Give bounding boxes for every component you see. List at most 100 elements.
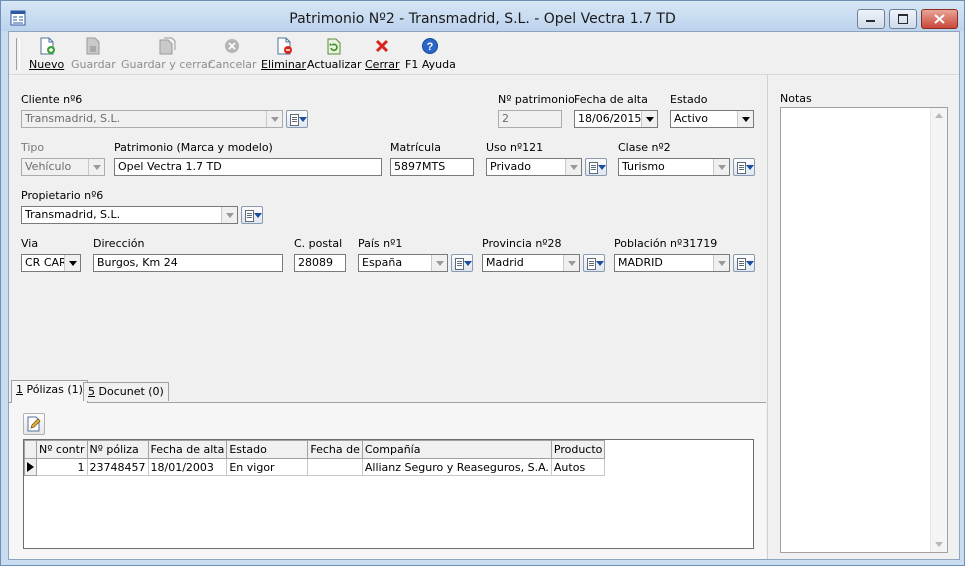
n-patrimonio-field[interactable]: 2: [498, 110, 562, 128]
poblacion-dropdown-arrow-icon[interactable]: [713, 255, 729, 271]
grid-corner: [24, 440, 37, 459]
patrimonio-input[interactable]: Opel Vectra 1.7 TD: [114, 158, 382, 176]
arrow-down-icon: [596, 261, 604, 266]
clase-select[interactable]: Turismo: [618, 158, 730, 176]
pais-lookup-button[interactable]: [451, 254, 473, 272]
maximize-button[interactable]: [889, 9, 917, 29]
actualizar-label: Actualizar: [307, 58, 362, 71]
poblacion-value: MADRID: [618, 256, 663, 269]
edit-document-icon: [27, 416, 41, 432]
row-indicator[interactable]: [24, 458, 37, 476]
cell-producto[interactable]: Autos: [550, 458, 606, 476]
via-dropdown-arrow-icon[interactable]: [64, 255, 80, 271]
eliminar-label: Eliminar: [261, 58, 307, 71]
patrimonio-label: Patrimonio (Marca y modelo): [114, 141, 273, 154]
via-select[interactable]: CR CAR: [21, 254, 81, 272]
toolbar-grip[interactable]: [16, 38, 20, 70]
fecha-alta-value: 18/06/2015: [578, 112, 642, 125]
clase-lookup-button[interactable]: [733, 158, 755, 176]
uso-dropdown-arrow-icon[interactable]: [565, 159, 581, 175]
provincia-dropdown-arrow-icon[interactable]: [563, 255, 579, 271]
cerrar-button[interactable]: Cerrar: [365, 37, 400, 71]
col-fecha-de[interactable]: Fecha de: [307, 440, 363, 459]
propietario-lookup-button[interactable]: [241, 206, 263, 224]
guardar-button[interactable]: Guardar: [71, 37, 116, 71]
col-n-poliza[interactable]: Nº póliza: [86, 440, 149, 459]
col-n-contr[interactable]: Nº contr: [36, 440, 88, 459]
close-button[interactable]: [921, 9, 958, 29]
arrow-down-icon: [746, 165, 754, 170]
tab-docunet[interactable]: 5 Docunet (0): [83, 382, 169, 401]
cell-fecha-de[interactable]: [307, 458, 363, 476]
uso-select[interactable]: Privado: [486, 158, 582, 176]
list-icon: [290, 114, 299, 126]
actualizar-button[interactable]: Actualizar: [307, 37, 362, 71]
tipo-label: Tipo: [21, 141, 45, 154]
minimize-button[interactable]: [857, 9, 885, 29]
cliente-dropdown-arrow-icon[interactable]: [266, 111, 282, 127]
tipo-select[interactable]: Vehículo: [21, 158, 105, 176]
propietario-value: Transmadrid, S.L.: [25, 208, 121, 221]
fecha-alta-picker[interactable]: 18/06/2015: [574, 110, 658, 128]
cell-estado[interactable]: En vigor: [226, 458, 309, 476]
poblacion-lookup-button[interactable]: [733, 254, 755, 272]
list-icon: [245, 210, 254, 222]
poblacion-label: Población nº31719: [614, 237, 718, 250]
direccion-input[interactable]: Burgos, Km 24: [93, 254, 283, 272]
propietario-dropdown-arrow-icon[interactable]: [221, 207, 237, 223]
provincia-value: Madrid: [486, 256, 524, 269]
application-window: Patrimonio Nº2 - Transmadrid, S.L. - Ope…: [0, 0, 965, 566]
eliminar-button[interactable]: Eliminar: [261, 37, 306, 71]
cell-n-contr[interactable]: 1: [36, 458, 88, 476]
cliente-lookup-button[interactable]: [286, 110, 308, 128]
nuevo-button[interactable]: Nuevo: [29, 37, 64, 71]
cpostal-input[interactable]: 28089: [294, 254, 346, 272]
delete-document-icon: [277, 37, 292, 55]
notes-scrollbar[interactable]: [930, 108, 947, 552]
tab-polizas[interactable]: 1 Pólizas (1): [11, 380, 88, 403]
fecha-alta-dropdown-arrow-icon[interactable]: [641, 111, 657, 127]
col-compania[interactable]: Compañía: [361, 440, 552, 459]
estado-label: Estado: [670, 93, 708, 106]
poblacion-select[interactable]: MADRID: [614, 254, 730, 272]
matricula-label: Matrícula: [390, 141, 441, 154]
guardar-cerrar-label: Guardar y cerrar: [121, 58, 213, 71]
propietario-select[interactable]: Transmadrid, S.L.: [21, 206, 238, 224]
notes-textarea[interactable]: [780, 107, 948, 553]
cancelar-button[interactable]: Cancelar: [208, 37, 257, 71]
matricula-input[interactable]: 5897MTS: [390, 158, 474, 176]
estado-dropdown-arrow-icon[interactable]: [737, 111, 753, 127]
table-row[interactable]: 1 23748457 18/01/2003 En vigor Allianz S…: [24, 458, 606, 476]
edit-poliza-button[interactable]: [23, 413, 45, 435]
cell-fecha-alta[interactable]: 18/01/2003: [147, 458, 228, 476]
close-x-icon: [376, 39, 389, 53]
cliente-value: Transmadrid, S.L.: [25, 112, 121, 125]
scroll-down-icon[interactable]: [935, 542, 943, 547]
col-producto[interactable]: Producto: [550, 440, 606, 459]
provincia-select[interactable]: Madrid: [482, 254, 580, 272]
via-value: CR CAR: [25, 256, 67, 269]
provincia-label: Provincia nº28: [482, 237, 562, 250]
guardar-cerrar-button[interactable]: Guardar y cerrar: [121, 37, 212, 71]
title-bar[interactable]: Patrimonio Nº2 - Transmadrid, S.L. - Ope…: [1, 1, 964, 31]
uso-lookup-button[interactable]: [585, 158, 607, 176]
arrow-down-icon: [254, 213, 262, 218]
ayuda-label: F1 Ayuda: [405, 58, 456, 71]
tipo-dropdown-arrow-icon[interactable]: [88, 159, 104, 175]
provincia-lookup-button[interactable]: [583, 254, 605, 272]
scroll-up-icon[interactable]: [935, 113, 943, 118]
pais-select[interactable]: España: [358, 254, 448, 272]
col-fecha-alta[interactable]: Fecha de alta: [147, 440, 228, 459]
direccion-label: Dirección: [93, 237, 145, 250]
ayuda-button[interactable]: ? F1 Ayuda: [405, 37, 456, 71]
cell-n-poliza[interactable]: 23748457: [86, 458, 149, 476]
cliente-select[interactable]: Transmadrid, S.L.: [21, 110, 283, 128]
clase-dropdown-arrow-icon[interactable]: [713, 159, 729, 175]
cerrar-label: Cerrar: [365, 58, 400, 71]
cell-compania[interactable]: Allianz Seguro y Reaseguros, S.A.: [361, 458, 552, 476]
col-estado[interactable]: Estado: [226, 440, 309, 459]
polizas-grid[interactable]: Nº contr Nº póliza Fecha de alta Estado …: [23, 439, 754, 549]
estado-select[interactable]: Activo: [670, 110, 754, 128]
polizas-table: Nº contr Nº póliza Fecha de alta Estado …: [24, 440, 606, 476]
pais-dropdown-arrow-icon[interactable]: [431, 255, 447, 271]
